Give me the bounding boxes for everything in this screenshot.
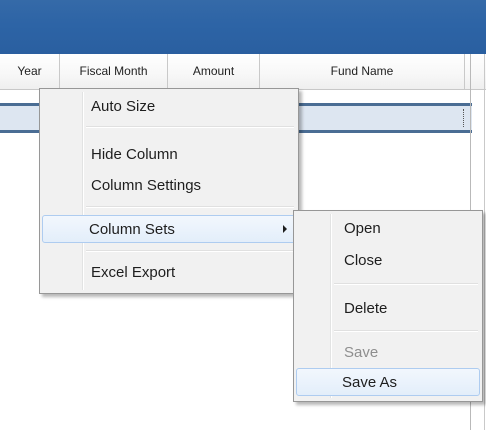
grid-header-row: Year Fiscal Month Amount Fund Name [0,54,486,90]
menu-item-label: Save As [342,374,398,391]
menu-item-label: Column Sets [89,221,175,238]
menu-item-label: Close [344,252,383,269]
submenu-arrow-icon [283,225,287,233]
menu-item-excel-export[interactable]: Excel Export [42,259,296,287]
submenu-item-save: Save [296,339,480,367]
submenu-item-close[interactable]: Close [296,247,480,275]
menu-separator [86,250,294,252]
menu-item-auto-size[interactable]: Auto Size [42,93,296,121]
column-header-year[interactable]: Year [0,54,60,89]
menu-item-label: Excel Export [91,264,176,281]
menu-separator [334,330,478,332]
submenu-item-open[interactable]: Open [296,215,480,243]
menu-item-column-settings[interactable]: Column Settings [42,172,296,200]
menu-item-label: Hide Column [91,146,178,163]
submenu-item-delete[interactable]: Delete [296,295,480,323]
grid-scrollbar-edge[interactable] [484,54,485,430]
column-context-menu: Auto Size Hide Column Column Settings Co… [39,88,299,294]
submenu-item-save-as[interactable]: Save As [296,368,480,396]
menu-item-hide-column[interactable]: Hide Column [42,141,296,169]
menu-item-label: Save [344,344,379,361]
column-sets-submenu: Open Close Delete Save Save As [293,210,483,402]
menu-separator [86,126,294,128]
menu-item-label: Auto Size [91,98,156,115]
column-header-fiscal-month[interactable]: Fiscal Month [60,54,168,89]
menu-item-column-sets[interactable]: Column Sets [42,215,296,243]
window-title-bar [0,0,486,54]
menu-separator [86,206,294,208]
filter-row-divider [463,109,464,127]
menu-item-label: Open [344,220,381,237]
menu-item-label: Delete [344,300,388,317]
menu-item-label: Column Settings [91,177,202,194]
column-header-amount[interactable]: Amount [168,54,260,89]
menu-separator [334,283,478,285]
column-header-fund-name[interactable]: Fund Name [260,54,465,89]
